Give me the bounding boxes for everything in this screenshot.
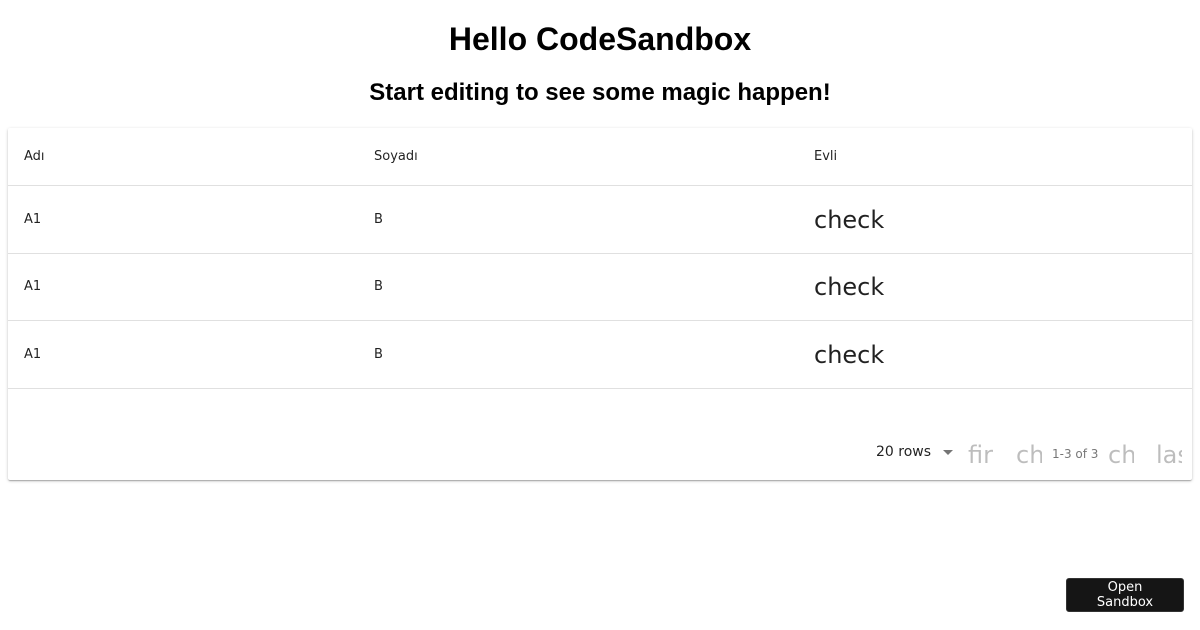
column-header-adi[interactable]: Adı [24, 128, 45, 185]
table-row[interactable]: A1 B check [8, 253, 1192, 321]
cell-soyadi: B [374, 347, 383, 362]
pagination-bar: 20 rows first_page chevron_left 1-3 of 3… [8, 434, 1192, 474]
cell-evli: check [814, 253, 884, 320]
data-table: Adı Soyadı Evli A1 B check A1 B check A1… [8, 128, 1192, 480]
rows-per-page-value: 20 rows [876, 444, 932, 460]
cell-adi: A1 [24, 347, 42, 362]
table-header-row: Adı Soyadı Evli [8, 128, 1192, 186]
chevron-down-icon [943, 449, 954, 455]
page: Hello CodeSandbox Start editing to see s… [0, 0, 1200, 630]
column-header-evli[interactable]: Evli [814, 128, 837, 185]
chevron-left-icon[interactable]: chevron_left [1016, 440, 1042, 470]
cell-evli: check [814, 321, 884, 388]
chevron-right-icon[interactable]: chevron_right [1108, 440, 1134, 470]
table-row[interactable]: A1 B check [8, 186, 1192, 254]
open-sandbox-button[interactable]: Open Sandbox [1066, 578, 1184, 612]
cell-adi: A1 [24, 212, 42, 227]
check-icon: check [814, 340, 885, 369]
table-row[interactable]: A1 B check [8, 321, 1192, 389]
cell-soyadi: B [374, 279, 383, 294]
page-title: Hello CodeSandbox [448, 21, 752, 57]
cell-soyadi: B [374, 212, 383, 227]
cell-adi: A1 [24, 279, 42, 294]
page-subtitle: Start editing to see some magic happen! [369, 79, 831, 106]
first-page-icon[interactable]: first_page [968, 440, 994, 470]
rows-per-page-select[interactable]: 20 rows [876, 444, 954, 460]
pagination-info: 1-3 of 3 [1052, 447, 1099, 461]
last-page-icon[interactable]: last_page [1156, 440, 1182, 470]
cell-evli: check [814, 186, 884, 253]
check-icon: check [814, 205, 885, 234]
column-header-soyadi[interactable]: Soyadı [374, 128, 418, 185]
check-icon: check [814, 272, 885, 301]
